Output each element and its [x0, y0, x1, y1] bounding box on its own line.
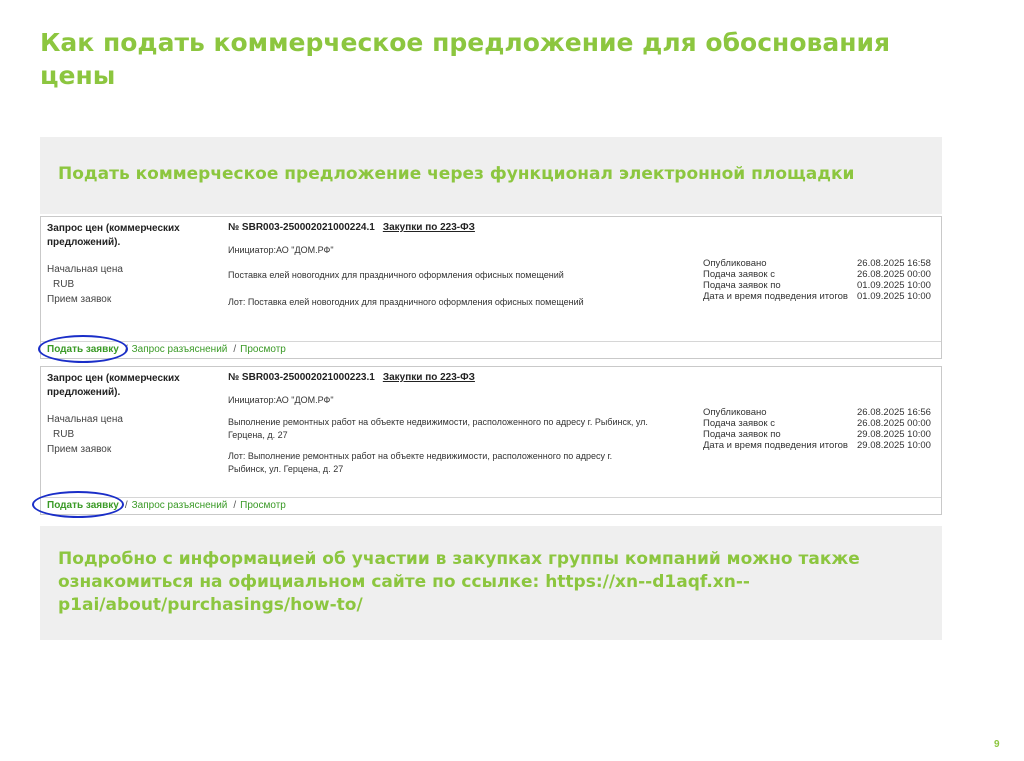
acceptance-label: Прием заявок [47, 444, 112, 455]
subject-line: Герцена, д. 27 [228, 430, 288, 440]
law-link[interactable]: Закупки по 223-ФЗ [383, 222, 475, 233]
card-main-column: № SBR003-250002021000223.1 Закупки по 223… [228, 372, 673, 476]
subject-line: Выполнение ремонтных работ на объекте не… [228, 417, 648, 427]
meta-row: Подача заявок по 01.09.2025 10:00 [703, 280, 931, 291]
meta-row: Подача заявок с 26.08.2025 00:00 [703, 418, 931, 429]
meta-row: Дата и время подведения итогов 29.08.2025… [703, 440, 931, 451]
clarification-link[interactable]: Запрос разъяснений [132, 500, 228, 511]
meta-row: Дата и время подведения итогов 01.09.2025… [703, 291, 931, 302]
initiator: Инициатор:АО "ДОМ.РФ" [228, 395, 334, 405]
page-number: 9 [994, 739, 1000, 750]
card-meta-column: Опубликовано 26.08.2025 16:56 Подача заяв… [703, 407, 943, 451]
currency: RUB [53, 429, 75, 440]
procurement-card: Запрос цен (коммерческих предложений). Н… [40, 216, 942, 359]
separator: / [233, 500, 237, 511]
currency: RUB [53, 279, 75, 290]
subtitle-text: Подать коммерческое предложение через фу… [58, 164, 855, 184]
start-price-label: Начальная цена [47, 264, 123, 275]
separator: / [233, 344, 237, 355]
procurement-card: Запрос цен (коммерческих предложений). Н… [40, 366, 942, 515]
meta-row: Опубликовано 26.08.2025 16:58 [703, 258, 931, 269]
info-text[interactable]: Подробно с информацией об участии в заку… [58, 548, 918, 617]
card-actions: Подать заявку / Запрос разъяснений / Просмот… [41, 341, 941, 358]
procedure-type: Запрос цен (коммерческих предложений). [47, 223, 180, 248]
clarification-link[interactable]: Запрос разъяснений [132, 344, 228, 355]
start-price-label: Начальная цена [47, 414, 123, 425]
initiator: Инициатор:АО "ДОМ.РФ" [228, 245, 334, 255]
procedure-type: Запрос цен (коммерческих предложений). [47, 373, 180, 398]
slide-title: Как подать коммерческое предложение для … [40, 28, 891, 90]
info-band: Подробно с информацией об участии в заку… [40, 526, 942, 640]
lot-line: Лот: Выполнение ремонтных работ на объек… [228, 451, 613, 461]
card-main-column: № SBR003-250002021000224.1 Закупки по 223… [228, 222, 673, 309]
highlight-ring [32, 491, 124, 518]
subtitle-band: Подать коммерческое предложение через фу… [40, 137, 942, 214]
view-link[interactable]: Просмотр [240, 500, 286, 511]
card-meta-column: Опубликовано 26.08.2025 16:58 Подача заяв… [703, 258, 943, 302]
law-link[interactable]: Закупки по 223-ФЗ [383, 372, 475, 383]
highlight-ring [38, 335, 128, 363]
lot: Лот: Поставка елей новогодних для праздн… [228, 297, 584, 307]
procurement-number[interactable]: № SBR003-250002021000224.1 [228, 222, 375, 233]
card-actions: Подать заявку / Запрос разъяснений / Просмот… [41, 497, 941, 514]
meta-row: Подача заявок с 26.08.2025 00:00 [703, 269, 931, 280]
lot-line: Рыбинск, ул. Герцена, д. 27 [228, 464, 344, 474]
procurement-number[interactable]: № SBR003-250002021000223.1 [228, 372, 375, 383]
acceptance-label: Прием заявок [47, 294, 112, 305]
meta-row: Опубликовано 26.08.2025 16:56 [703, 407, 931, 418]
meta-row: Подача заявок по 29.08.2025 10:00 [703, 429, 931, 440]
card-left-column: Запрос цен (коммерческих предложений). Н… [47, 372, 207, 457]
view-link[interactable]: Просмотр [240, 344, 286, 355]
card-left-column: Запрос цен (коммерческих предложений). Н… [47, 222, 207, 307]
separator: / [124, 500, 128, 511]
subject: Поставка елей новогодних для праздничног… [228, 270, 564, 280]
